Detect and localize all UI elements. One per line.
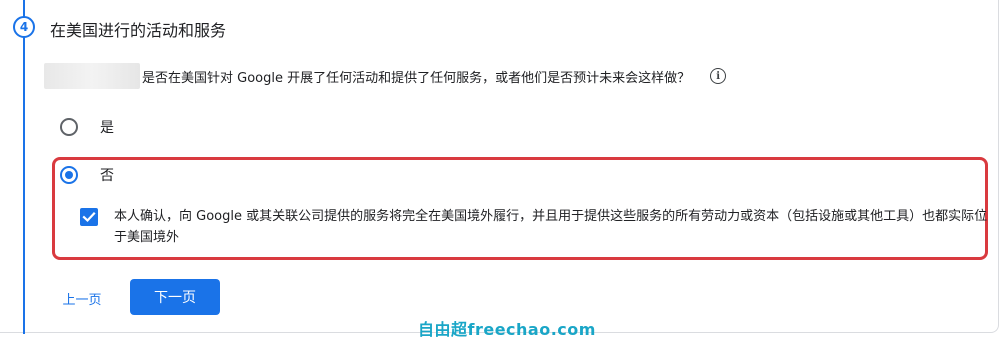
confirmation-checkbox[interactable] bbox=[80, 208, 98, 226]
radio-option-no[interactable]: 否 bbox=[60, 165, 114, 185]
radio-button-yes[interactable] bbox=[60, 118, 78, 136]
previous-page-button[interactable]: 上一页 bbox=[47, 281, 117, 315]
step-number-badge: 4 bbox=[13, 16, 35, 38]
info-icon[interactable]: i bbox=[710, 68, 727, 84]
radio-option-yes[interactable]: 是 bbox=[60, 117, 114, 137]
checkmark-icon bbox=[82, 211, 96, 223]
question-row: 是否在美国针对 Google 开展了任何活动和提供了任何服务，或者他们是否预计未… bbox=[44, 62, 727, 90]
next-page-button[interactable]: 下一页 bbox=[130, 279, 220, 315]
confirmation-text: 本人确认，向 Google 或其关联公司提供的服务将完全在美国境外履行，并且用于… bbox=[114, 209, 988, 245]
question-text: 是否在美国针对 Google 开展了任何活动和提供了任何服务，或者他们是否预计未… bbox=[142, 70, 691, 86]
confirmation-row: 本人确认，向 Google 或其关联公司提供的服务将完全在美国境外履行，并且用于… bbox=[80, 206, 994, 248]
radio-button-no[interactable] bbox=[60, 166, 78, 184]
radio-label-yes: 是 bbox=[100, 120, 114, 136]
redacted-company-name bbox=[44, 63, 140, 89]
stepper-line bbox=[23, 0, 25, 334]
section-title: 在美国进行的活动和服务 bbox=[50, 21, 227, 40]
watermark-text: 自由超freechao.com bbox=[418, 320, 596, 339]
form-card: 4 在美国进行的活动和服务 是否在美国针对 Google 开展了任何活动和提供了… bbox=[0, 0, 999, 334]
radio-label-no: 否 bbox=[100, 168, 114, 184]
